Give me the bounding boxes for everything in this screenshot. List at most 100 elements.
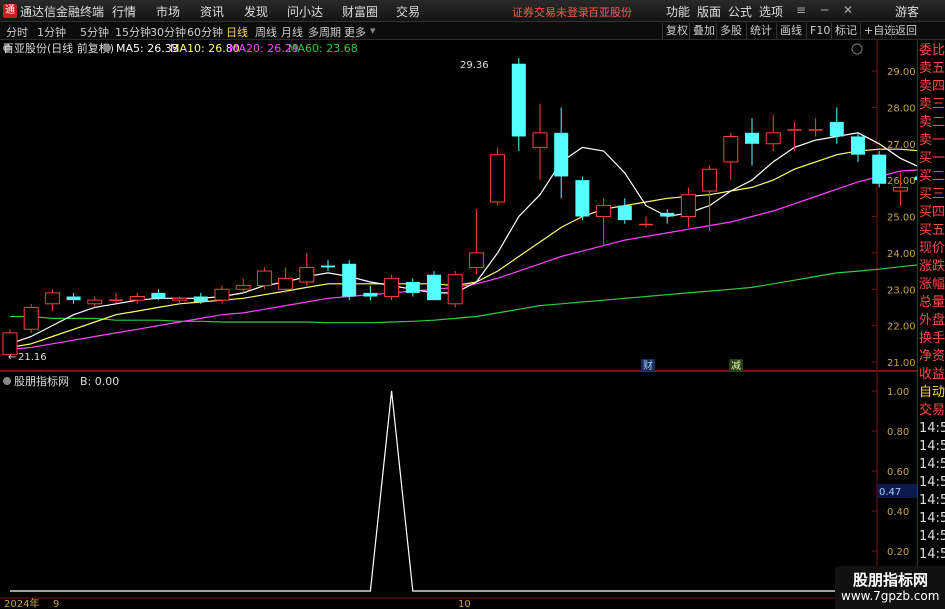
draw-line-button[interactable]: 画线 bbox=[776, 23, 805, 39]
f10-button[interactable]: F10 bbox=[806, 23, 833, 39]
side-panel-item[interactable]: 买五 bbox=[919, 222, 945, 240]
reduce-marker-label[interactable]: 减 bbox=[731, 360, 741, 372]
side-panel-item[interactable]: 委比 bbox=[919, 42, 945, 60]
finance-marker-label[interactable]: 财 bbox=[643, 359, 653, 372]
indicator-tick-label: 1.00 bbox=[887, 387, 909, 398]
menu-function[interactable]: 功能 bbox=[666, 3, 690, 20]
side-panel-item[interactable]: 买一 bbox=[919, 150, 945, 168]
back-button[interactable]: 返回 bbox=[891, 23, 920, 39]
price-tick-label: 26.00 bbox=[887, 176, 916, 187]
candle-body bbox=[44, 292, 60, 305]
side-panel-item[interactable]: 14:56 bbox=[919, 528, 945, 546]
tab-intraday[interactable]: 分时 bbox=[6, 24, 28, 40]
menu-lines-icon[interactable]: ≡ bbox=[796, 3, 806, 17]
title-bar: 通 通达信金融终端 行情 市场 资讯 发现 问小达 财富圈 交易 证券交易未登录… bbox=[0, 0, 945, 22]
candle-body bbox=[575, 180, 590, 217]
side-panel-item[interactable]: 卖三 bbox=[919, 96, 945, 114]
tab-1min[interactable]: 1分钟 bbox=[37, 24, 66, 40]
candle-body bbox=[829, 121, 844, 137]
side-panel-item[interactable]: 总量 bbox=[919, 294, 945, 312]
candle-body bbox=[66, 296, 81, 301]
close-icon[interactable]: ✕ bbox=[843, 3, 853, 17]
kline-chart[interactable]: 29.0028.0027.0026.0025.0024.0023.0022.00… bbox=[0, 40, 945, 609]
menu-news[interactable]: 资讯 bbox=[200, 3, 224, 20]
menu-formula[interactable]: 公式 bbox=[728, 3, 752, 20]
menu-ask-xiaoda[interactable]: 问小达 bbox=[287, 3, 323, 20]
tab-30min[interactable]: 30分钟 bbox=[150, 24, 186, 40]
side-panel-item[interactable]: 14:56 bbox=[919, 510, 945, 528]
side-panel-item[interactable]: 14:56 bbox=[919, 492, 945, 510]
indicator-tick-label: 0.20 bbox=[887, 547, 909, 558]
candle-body bbox=[617, 205, 632, 221]
side-panel-item[interactable]: 卖四 bbox=[919, 78, 945, 96]
candle-body bbox=[723, 135, 739, 163]
tab-more[interactable]: 更多 bbox=[344, 24, 366, 40]
menu-layout[interactable]: 版面 bbox=[697, 3, 721, 20]
side-panel-item[interactable]: 14:56 bbox=[919, 438, 945, 456]
side-panel-item[interactable]: 买四 bbox=[919, 204, 945, 222]
side-panel-item[interactable]: 卖五 bbox=[919, 60, 945, 78]
multi-stock-button[interactable]: 多股 bbox=[716, 23, 745, 39]
price-tick-label: 25.00 bbox=[887, 213, 916, 224]
watermark-url: www.7gpzb.com bbox=[841, 589, 940, 603]
menu-options[interactable]: 选项 bbox=[759, 3, 783, 20]
side-panel-item[interactable]: 买二 bbox=[919, 168, 945, 186]
chart-stock-title: 百亚股份(日线 前复权) bbox=[3, 41, 114, 55]
side-panel-item[interactable]: 14:56 bbox=[919, 456, 945, 474]
candle-body bbox=[532, 132, 548, 148]
menu-wealth-circle[interactable]: 财富圈 bbox=[342, 3, 378, 20]
side-panel-item[interactable]: 交易 bbox=[919, 402, 945, 420]
side-panel-item[interactable]: 涨跌 bbox=[919, 258, 945, 276]
tab-monthly[interactable]: 月线 bbox=[281, 24, 303, 40]
side-panel-item[interactable]: 卖一 bbox=[919, 132, 945, 150]
high-price-label: 29.36 bbox=[460, 60, 489, 71]
overlay-button[interactable]: 叠加 bbox=[689, 23, 718, 39]
guest-label[interactable]: 游客 bbox=[895, 3, 919, 20]
login-notice[interactable]: 证券交易未登录 bbox=[512, 4, 589, 20]
side-panel-item[interactable]: 卖二 bbox=[919, 114, 945, 132]
low-price-label: 21.16 bbox=[18, 352, 47, 363]
side-panel-item[interactable]: 净资 bbox=[919, 348, 945, 366]
current-stock-link[interactable]: 百亚股份 bbox=[588, 4, 632, 20]
candle-body bbox=[468, 252, 484, 268]
tab-15min[interactable]: 15分钟 bbox=[115, 24, 151, 40]
candle-body bbox=[193, 296, 208, 302]
tab-60min[interactable]: 60分钟 bbox=[187, 24, 223, 40]
side-panel-item[interactable]: 14:56 bbox=[919, 420, 945, 438]
candle-body bbox=[447, 274, 463, 305]
watermark: 股朋指标网 www.7gpzb.com bbox=[835, 566, 945, 609]
more-arrow-icon[interactable]: ▾ bbox=[370, 24, 376, 37]
side-panel-item[interactable]: 14:56 bbox=[919, 474, 945, 492]
tab-weekly[interactable]: 周线 bbox=[255, 24, 277, 40]
tab-multi-period[interactable]: 多周期 bbox=[308, 24, 341, 40]
side-panel-item[interactable]: 自动 bbox=[919, 384, 945, 402]
ma-settings-icon[interactable] bbox=[103, 44, 111, 52]
side-panel-item[interactable]: 外盘 bbox=[919, 312, 945, 330]
candle-body bbox=[278, 277, 294, 290]
tab-daily[interactable]: 日线 bbox=[226, 24, 248, 40]
adjust-button[interactable]: 复权 bbox=[662, 23, 691, 39]
side-panel-item[interactable]: 现价 bbox=[919, 240, 945, 258]
watermark-title: 股朋指标网 bbox=[853, 571, 929, 589]
candle-body bbox=[745, 132, 759, 144]
side-panel-item[interactable]: 收益 bbox=[919, 366, 945, 384]
indicator-name: 股朋指标网 bbox=[14, 374, 69, 388]
side-panel-item[interactable]: 买三 bbox=[919, 186, 945, 204]
side-panel-item[interactable]: 涨幅 bbox=[919, 276, 945, 294]
candle-body bbox=[405, 281, 420, 293]
side-panel-item[interactable]: 14:56 bbox=[919, 546, 945, 564]
candle-body bbox=[808, 129, 823, 131]
candle-body bbox=[851, 136, 865, 155]
statistics-button[interactable]: 统计 bbox=[746, 23, 775, 39]
candle-body bbox=[660, 212, 675, 217]
indicator-toggle-icon[interactable] bbox=[3, 377, 11, 385]
candle-body bbox=[892, 186, 908, 192]
minimize-icon[interactable]: ─ bbox=[821, 3, 828, 17]
menu-market-quotes[interactable]: 行情 bbox=[112, 3, 136, 20]
menu-trade[interactable]: 交易 bbox=[396, 3, 420, 20]
menu-discover[interactable]: 发现 bbox=[244, 3, 268, 20]
mark-button[interactable]: 标记 bbox=[831, 23, 860, 39]
side-panel-item[interactable]: 换手 bbox=[919, 330, 945, 348]
menu-market[interactable]: 市场 bbox=[156, 3, 180, 20]
tab-5min[interactable]: 5分钟 bbox=[80, 24, 109, 40]
